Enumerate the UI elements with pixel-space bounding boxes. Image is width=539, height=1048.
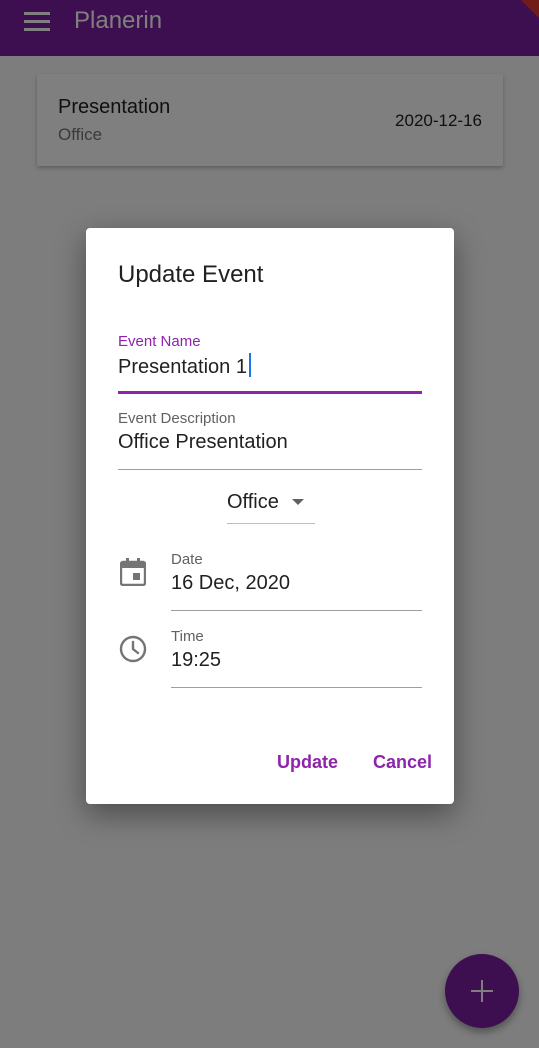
event-name-label: Event Name [118,333,201,350]
category-selected: Office [227,491,279,513]
text-cursor [248,353,251,377]
calendar-icon [118,557,148,587]
date-field[interactable]: Date 16 Dec, 2020 [171,550,422,612]
event-description-underline [118,469,422,470]
date-label: Date [171,551,203,568]
event-name-underline [118,391,422,394]
time-value[interactable]: 19:25 [171,649,221,672]
event-name-field[interactable]: Event Name Presentation 1 [118,332,422,396]
category-dropdown[interactable]: Office [227,486,315,524]
time-field[interactable]: Time 19:25 [171,627,422,689]
event-description-field[interactable]: Event Description Office Presentation [118,409,422,471]
dialog-title: Update Event [118,261,264,288]
event-description-label: Event Description [118,410,236,427]
date-value[interactable]: 16 Dec, 2020 [171,572,290,595]
event-description-value[interactable]: Office Presentation [118,431,288,454]
time-underline [171,687,422,688]
event-name-value[interactable]: Presentation 1 [118,353,251,379]
clock-icon [118,634,148,664]
event-name-text: Presentation 1 [118,356,247,378]
dropdown-arrow-icon [292,499,304,505]
time-label: Time [171,628,204,645]
update-event-dialog: Update Event Event Name Presentation 1 E… [86,228,454,804]
category-underline [227,523,315,524]
update-button[interactable]: Update [269,748,346,777]
cancel-button[interactable]: Cancel [365,748,440,777]
date-underline [171,610,422,611]
